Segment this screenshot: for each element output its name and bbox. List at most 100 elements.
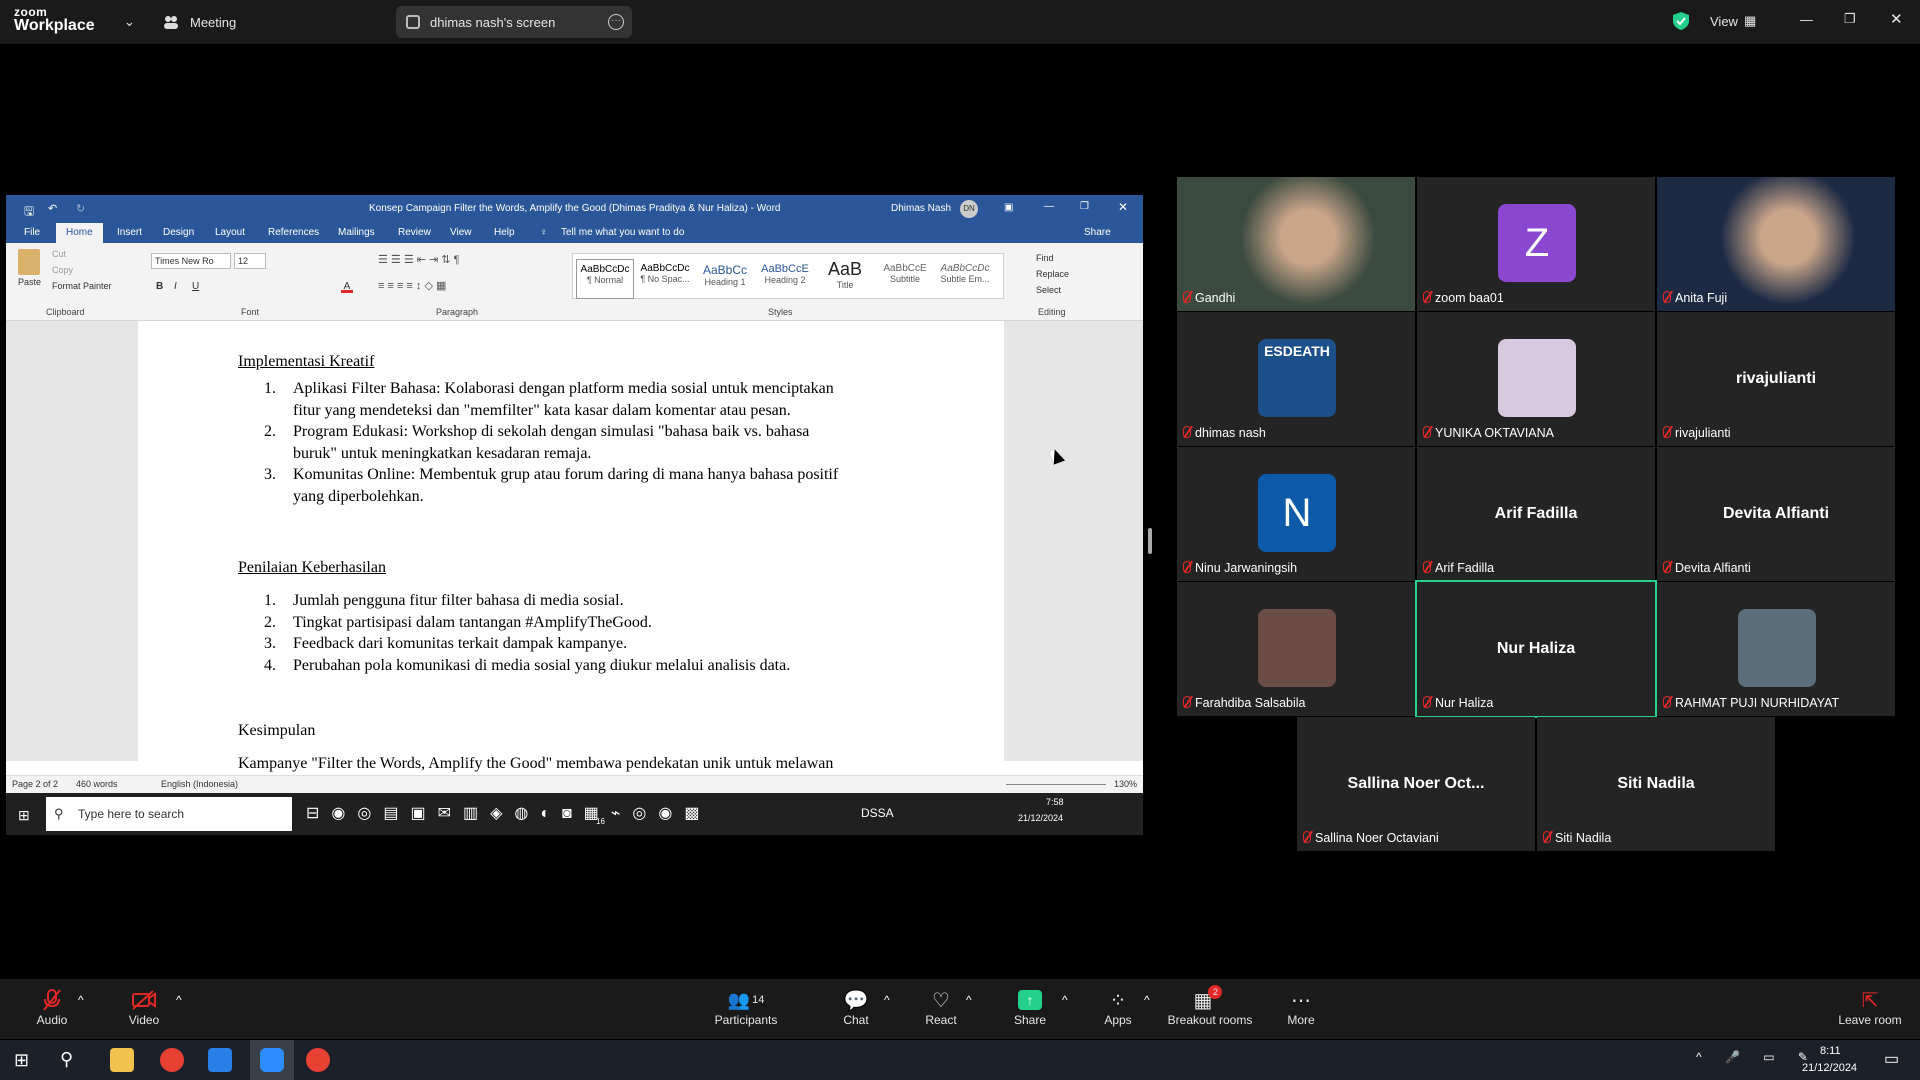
participant-tile[interactable]: Nur Haliza Nur Haliza bbox=[1415, 580, 1657, 718]
participant-tile[interactable]: Siti Nadila Siti Nadila bbox=[1537, 717, 1775, 851]
inner-clock-time: 7:58 bbox=[1046, 797, 1064, 807]
dssa-label[interactable]: DSSA bbox=[861, 806, 894, 820]
style-heading-2[interactable]: AaBbCcE Heading 2 bbox=[756, 259, 814, 299]
video-button[interactable]: Video bbox=[104, 987, 184, 1027]
paste-button[interactable]: Paste bbox=[18, 277, 41, 287]
zoom-slider[interactable] bbox=[1006, 784, 1106, 785]
system-tray-icons[interactable]: ^ 🎤 ▭ ✎ bbox=[1696, 1050, 1818, 1064]
tab-design[interactable]: Design bbox=[163, 227, 194, 238]
zoom-taskbar-button[interactable] bbox=[250, 1040, 294, 1080]
share-indicator[interactable]: dhimas nash's screen ··· bbox=[396, 6, 632, 38]
tab-file[interactable]: File bbox=[24, 227, 40, 238]
bullets-button[interactable]: ☰ ☰ ☰ ⇤ ⇥ ⇅ ¶ bbox=[378, 253, 459, 266]
undo-icon[interactable]: ↶ bbox=[48, 202, 57, 215]
minimize-icon[interactable]: — bbox=[1800, 12, 1813, 27]
video-options-chevron[interactable]: ^ bbox=[176, 993, 182, 1007]
windows-start-icon[interactable]: ⊞ bbox=[14, 1050, 29, 1071]
underline-button[interactable]: U bbox=[192, 281, 199, 292]
tab-help[interactable]: Help bbox=[494, 227, 515, 238]
format-painter-button[interactable]: Format Painter bbox=[52, 281, 112, 291]
style-subtitle[interactable]: AaBbCcE Subtitle bbox=[876, 259, 934, 299]
style-normal[interactable]: AaBbCcDc ¶ Normal bbox=[576, 259, 634, 299]
participant-tile[interactable]: YUNIKA OKTAVIANA bbox=[1417, 312, 1655, 446]
tab-layout[interactable]: Layout bbox=[215, 227, 245, 238]
share-screen-button[interactable]: ↑ Share bbox=[990, 987, 1070, 1027]
tab-insert[interactable]: Insert bbox=[117, 227, 142, 238]
find-button[interactable]: Find bbox=[1036, 253, 1054, 263]
language[interactable]: English (Indonesia) bbox=[161, 779, 238, 789]
save-icon[interactable]: 🖫 bbox=[24, 202, 34, 223]
participant-tile[interactable]: Zzoom baa01 bbox=[1417, 177, 1655, 311]
participant-tile[interactable]: Devita Alfianti Devita Alfianti bbox=[1657, 447, 1895, 581]
chrome-icon[interactable] bbox=[306, 1048, 330, 1072]
select-button[interactable]: Select bbox=[1036, 285, 1061, 295]
avatar[interactable]: DN bbox=[960, 200, 978, 218]
chevron-down-icon[interactable]: ⌄ bbox=[124, 14, 135, 30]
paste-icon[interactable] bbox=[18, 249, 40, 275]
participants-button[interactable]: 👥 14 Participants bbox=[706, 987, 786, 1028]
style-no-spacing[interactable]: AaBbCcDc ¶ No Spac... bbox=[636, 259, 694, 299]
grid-icon[interactable]: ▦ bbox=[1744, 13, 1756, 29]
align-buttons[interactable]: ≡ ≡ ≡ ≡ ↕ ◇ ▦ bbox=[378, 279, 446, 292]
share-options-chevron[interactable]: ^ bbox=[1062, 993, 1068, 1007]
redo-icon[interactable]: ↻ bbox=[76, 202, 85, 215]
restore-icon[interactable]: ❐ bbox=[1080, 201, 1089, 212]
italic-button[interactable]: I bbox=[174, 281, 177, 292]
participant-tile[interactable]: Arif Fadilla Arif Fadilla bbox=[1417, 447, 1655, 581]
participant-tile[interactable]: RAHMAT PUJI NURHIDAYAT bbox=[1657, 582, 1895, 716]
tab-review[interactable]: Review bbox=[398, 227, 431, 238]
restore-icon[interactable]: ❐ bbox=[1844, 11, 1856, 27]
participant-tile[interactable]: N Ninu Jarwaningsih bbox=[1177, 447, 1415, 581]
participant-tile[interactable]: rivajulianti rivajulianti bbox=[1657, 312, 1895, 446]
zoom-level[interactable]: 130% bbox=[1114, 779, 1137, 789]
word-count[interactable]: 460 words bbox=[76, 779, 118, 789]
more-options-icon[interactable]: ··· bbox=[608, 14, 624, 30]
participant-tile[interactable]: ESDEATH dhimas nash bbox=[1177, 312, 1415, 446]
chat-options-chevron[interactable]: ^ bbox=[884, 993, 890, 1007]
bold-button[interactable]: B bbox=[156, 281, 163, 292]
splitter-handle[interactable] bbox=[1148, 528, 1152, 554]
more-button[interactable]: ⋯ More bbox=[1261, 987, 1341, 1028]
font-name-select[interactable]: Times New Ro bbox=[151, 253, 231, 269]
style-heading-1[interactable]: AaBbCc Heading 1 bbox=[696, 259, 754, 299]
ribbon-display-icon[interactable]: ▣ bbox=[1004, 202, 1013, 213]
chrome-icon[interactable] bbox=[160, 1048, 184, 1072]
style-subtle-emphasis[interactable]: AaBbCcDc Subtle Em... bbox=[936, 259, 994, 299]
cut-button[interactable]: Cut bbox=[52, 249, 66, 259]
windows-start-icon[interactable]: ⊞ bbox=[18, 807, 30, 824]
file-explorer-icon[interactable] bbox=[110, 1048, 134, 1072]
react-options-chevron[interactable]: ^ bbox=[966, 993, 972, 1007]
close-icon[interactable]: ✕ bbox=[1890, 10, 1903, 28]
font-color-button[interactable]: A bbox=[341, 281, 353, 293]
notifications-icon[interactable]: ▭ bbox=[1884, 1049, 1899, 1069]
participant-tile[interactable]: Farahdiba Salsabila bbox=[1177, 582, 1415, 716]
search-icon[interactable]: ⚲ bbox=[60, 1049, 73, 1070]
audio-options-chevron[interactable]: ^ bbox=[78, 993, 84, 1007]
style-title[interactable]: AaB Title bbox=[816, 259, 874, 299]
replace-button[interactable]: Replace bbox=[1036, 269, 1069, 279]
view-button[interactable]: View bbox=[1710, 14, 1738, 29]
document-page[interactable]: Implementasi Kreatif 1. Aplikasi Filter … bbox=[138, 321, 1004, 772]
share-button[interactable]: Share bbox=[1084, 227, 1111, 238]
taskbar-app-icons[interactable]: ⊟◉◎▤▣✉▥◈◍◐◙▦⌁◎◉▩ bbox=[306, 803, 711, 823]
breakout-rooms-button[interactable]: ▦ 2 Breakout rooms bbox=[1160, 985, 1260, 1027]
meeting-label[interactable]: Meeting bbox=[190, 15, 236, 30]
tab-home[interactable]: Home bbox=[56, 223, 103, 243]
leave-room-button[interactable]: ⇱ Leave room bbox=[1830, 987, 1910, 1028]
participant-tile[interactable]: Sallina Noer Oct... Sallina Noer Octavian… bbox=[1297, 717, 1535, 851]
copy-button[interactable]: Copy bbox=[52, 265, 73, 275]
apps-options-chevron[interactable]: ^ bbox=[1144, 993, 1150, 1007]
participant-tile[interactable]: Anita Fuji bbox=[1657, 177, 1895, 311]
tell-me-input[interactable]: Tell me what you want to do bbox=[561, 227, 684, 238]
search-box[interactable]: ⚲ Type here to search bbox=[46, 797, 292, 831]
tab-view[interactable]: View bbox=[450, 227, 472, 238]
close-icon[interactable]: ✕ bbox=[1118, 200, 1128, 214]
participant-tile[interactable]: Gandhi bbox=[1177, 177, 1415, 311]
tab-references[interactable]: References bbox=[268, 227, 319, 238]
minimize-icon[interactable]: — bbox=[1044, 201, 1054, 212]
shield-icon[interactable] bbox=[1672, 11, 1690, 31]
font-size-select[interactable]: 12 bbox=[234, 253, 266, 269]
tab-mailings[interactable]: Mailings bbox=[338, 227, 375, 238]
page-count[interactable]: Page 2 of 2 bbox=[12, 779, 58, 789]
app-store-icon[interactable] bbox=[208, 1048, 232, 1072]
